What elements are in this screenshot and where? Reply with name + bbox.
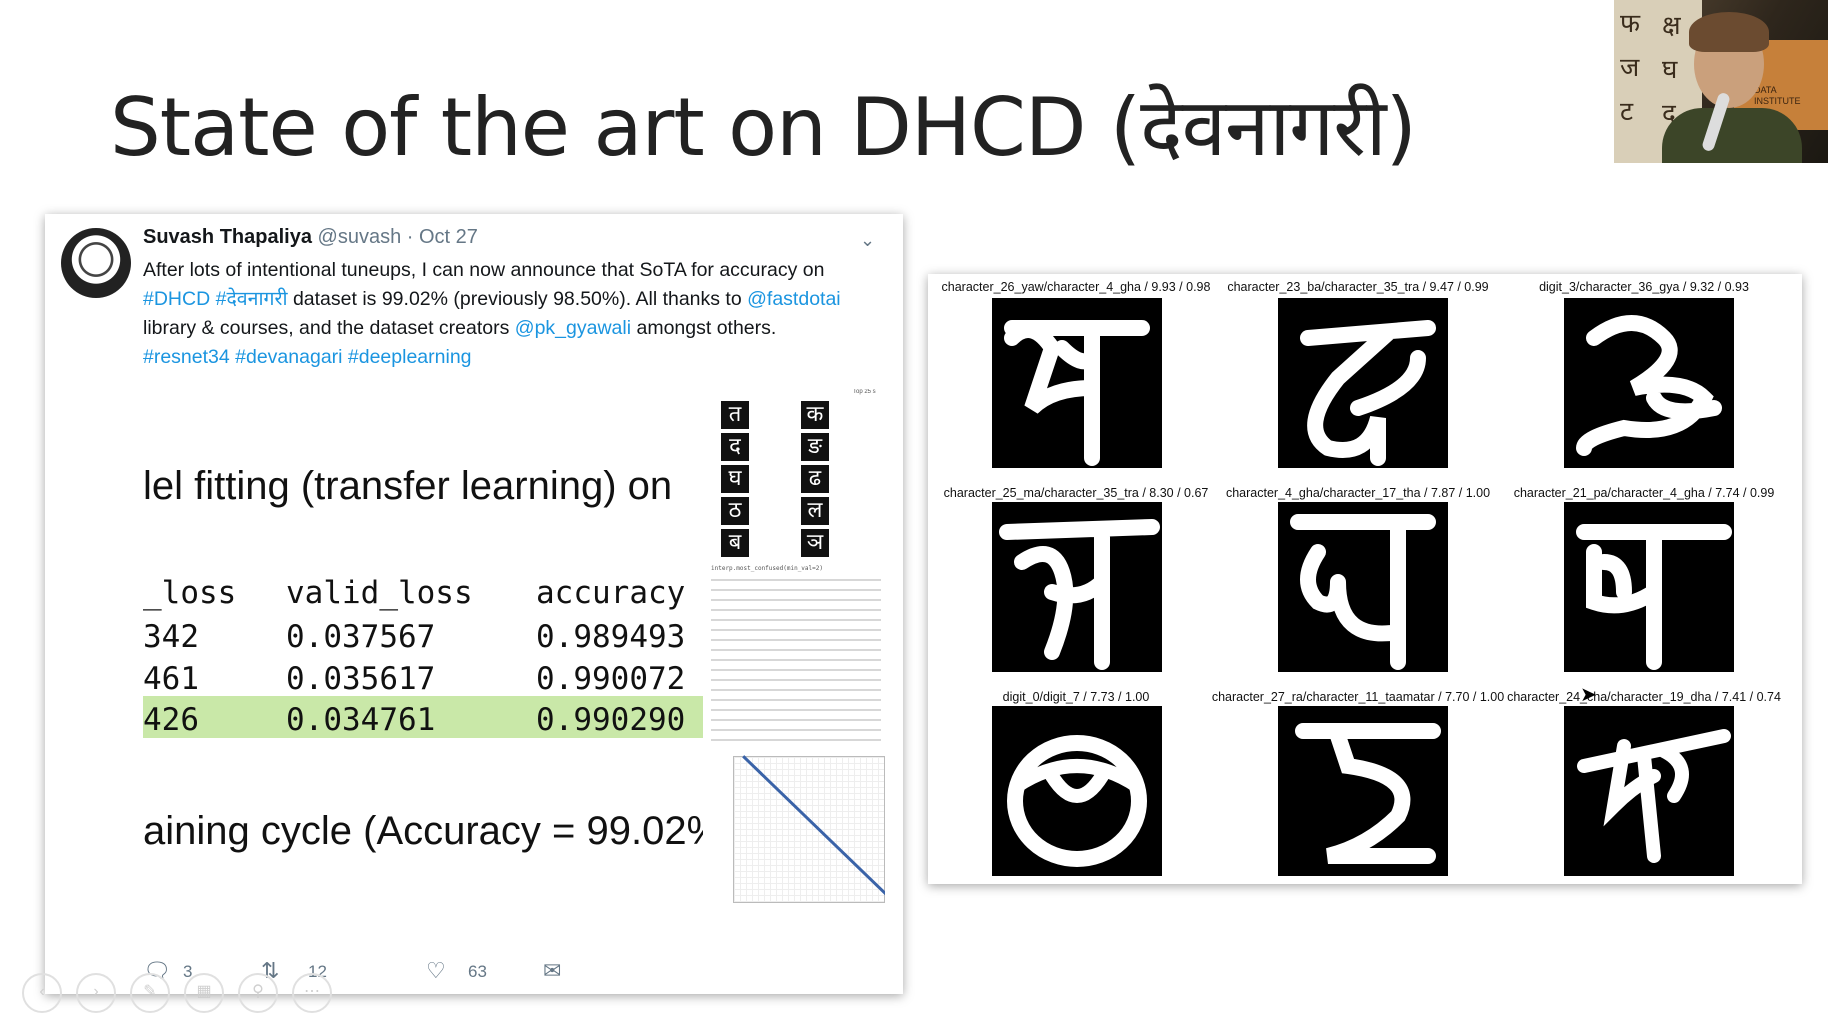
prediction-label: character_4_gha/character_17_tha / 7.87 … xyxy=(1225,486,1491,500)
prediction-image xyxy=(1564,706,1734,876)
mini-text-line xyxy=(711,589,881,591)
prediction-label: digit_0/digit_7 / 7.73 / 1.00 xyxy=(1002,690,1150,704)
prediction-image xyxy=(1278,502,1448,672)
prediction-image xyxy=(1564,502,1734,672)
mini-glyph: त xyxy=(721,401,749,429)
zoom-icon[interactable]: ⚲ xyxy=(238,973,278,1013)
like-count: 63 xyxy=(468,962,487,981)
author-name[interactable]: Suvash Thapaliya xyxy=(143,226,312,248)
prediction-label: character_27_ra/character_11_taamatar / … xyxy=(1211,690,1505,704)
fastdotai-mention-link[interactable]: @fastdotai xyxy=(747,288,841,310)
hashtags-links[interactable]: #resnet34 #devanagari #deeplearning xyxy=(143,346,472,368)
author-handle[interactable]: @suvash xyxy=(318,226,402,248)
top-losses-panel: character_26_yaw/character_4_gha / 9.93 … xyxy=(928,274,1802,884)
image-footer-text: aining cycle (Accuracy = 99.02% xyxy=(143,809,723,853)
prediction-label: digit_3/character_36_gya / 9.32 / 0.93 xyxy=(1539,280,1749,294)
presenter-hair xyxy=(1689,12,1769,52)
mini-top-label: Top 25 s xyxy=(853,389,876,395)
table-cell: 0.037567 xyxy=(286,619,436,655)
hashtag-devanagari-link[interactable]: #देवनागरी xyxy=(216,288,288,310)
tweet-date[interactable]: · Oct 27 xyxy=(407,226,478,248)
tweet-attached-image[interactable]: lel fitting (transfer learning) on _loss… xyxy=(143,389,885,944)
image-heading-text: lel fitting (transfer learning) on xyxy=(143,464,673,508)
mini-text-line xyxy=(711,739,881,741)
presenter-webcam: फ क्ष जघ टद DATA INSTITUTE xyxy=(1614,0,1828,163)
table-cell: 461 xyxy=(143,661,199,697)
mini-text-line xyxy=(711,599,881,601)
mini-glyph: क xyxy=(801,401,829,429)
mini-text-line xyxy=(711,709,881,711)
mini-text-line xyxy=(711,669,881,671)
table-header-loss: _loss xyxy=(143,575,237,611)
mini-text-line xyxy=(711,619,881,621)
prediction-label: character_24_cha/character_19_dha / 7.41… xyxy=(1507,690,1781,704)
mini-glyph: ठ xyxy=(721,497,749,525)
mini-text-line xyxy=(711,689,881,691)
table-cell: 342 xyxy=(143,619,199,655)
mini-text-line xyxy=(711,649,881,651)
confusion-matrix-thumbnail xyxy=(733,755,885,903)
prediction-label: character_26_yaw/character_4_gha / 9.93 … xyxy=(941,280,1211,294)
more-icon[interactable]: ⋯ xyxy=(292,973,332,1013)
tweet-text: After lots of intentional tuneups, I can… xyxy=(143,256,873,372)
mouse-cursor-icon: ➤ xyxy=(1580,684,1597,706)
message-icon[interactable]: ✉ xyxy=(543,958,561,984)
mini-text-line xyxy=(711,719,881,721)
prediction-image xyxy=(992,298,1162,468)
mini-glyph: ढ xyxy=(801,465,829,493)
tweet-card: Suvash Thapaliya @suvash · Oct 27 ⌄ Afte… xyxy=(45,214,903,994)
pen-icon[interactable]: ✎ xyxy=(130,973,170,1013)
table-cell: 0.990290 xyxy=(536,702,686,738)
mini-text-line xyxy=(711,679,881,681)
table-header-valid-loss: valid_loss xyxy=(286,575,473,611)
table-cell: 0.989493 xyxy=(536,619,686,655)
table-cell: 0.034761 xyxy=(286,702,436,738)
mini-text-line xyxy=(711,699,881,701)
prediction-image xyxy=(992,706,1162,876)
mini-text-line xyxy=(711,639,881,641)
prediction-label: character_25_ma/character_35_tra / 8.30 … xyxy=(943,486,1209,500)
author-avatar[interactable] xyxy=(61,228,131,298)
prediction-label: character_23_ba/character_35_tra / 9.47 … xyxy=(1227,280,1489,294)
slide-title: State of the art on DHCD (देवनागरी) xyxy=(110,81,1417,174)
forward-icon[interactable]: › xyxy=(76,973,116,1013)
mini-glyph: ङ xyxy=(801,433,829,461)
prediction-image xyxy=(992,502,1162,672)
prediction-image xyxy=(1278,706,1448,876)
table-cell: 0.990072 xyxy=(536,661,686,697)
mini-text-line xyxy=(711,579,881,581)
mini-code-line: interp.most_confused(min_val=2) xyxy=(711,565,823,572)
presenter-shirt xyxy=(1662,108,1802,163)
tweet-text-segment: After lots of intentional tuneups, I can… xyxy=(143,259,825,281)
back-icon[interactable]: ‹ xyxy=(22,973,62,1013)
table-header-accuracy: accuracy xyxy=(536,575,686,611)
mini-text-line xyxy=(711,659,881,661)
confusion-matrix-diagonal xyxy=(742,755,885,902)
mini-text-line xyxy=(711,609,881,611)
mini-glyph: ञ xyxy=(801,529,829,557)
slides-icon[interactable]: ▦ xyxy=(184,973,224,1013)
tweet-text-segment: library & courses, and the dataset creat… xyxy=(143,317,515,339)
prediction-image xyxy=(1278,298,1448,468)
like-icon[interactable]: ♡ xyxy=(426,958,446,984)
prediction-label: character_21_pa/character_4_gha / 7.74 /… xyxy=(1513,486,1775,500)
mini-text-line xyxy=(711,629,881,631)
hashtag-dhcd-link[interactable]: #DHCD xyxy=(143,288,210,310)
mini-glyph: ब xyxy=(721,529,749,557)
tweet-text-segment: amongst others. xyxy=(631,317,777,339)
mini-analysis-panel: Top 25 s त क द ङ घ ढ ठ ल ब ञ interp.most… xyxy=(703,389,885,944)
table-cell: 0.035617 xyxy=(286,661,436,697)
table-cell: 426 xyxy=(143,702,199,738)
tweet-header: Suvash Thapaliya @suvash · Oct 27 xyxy=(143,226,478,249)
mini-glyph: ल xyxy=(801,497,829,525)
mini-text-line xyxy=(711,729,881,731)
prediction-image xyxy=(1564,298,1734,468)
chevron-down-icon[interactable]: ⌄ xyxy=(860,230,875,251)
mini-glyph: घ xyxy=(721,465,749,493)
pk-gyawali-mention-link[interactable]: @pk_gyawali xyxy=(515,317,631,339)
tweet-text-segment: dataset is 99.02% (previously 98.50%). A… xyxy=(287,288,748,310)
mini-glyph: द xyxy=(721,433,749,461)
